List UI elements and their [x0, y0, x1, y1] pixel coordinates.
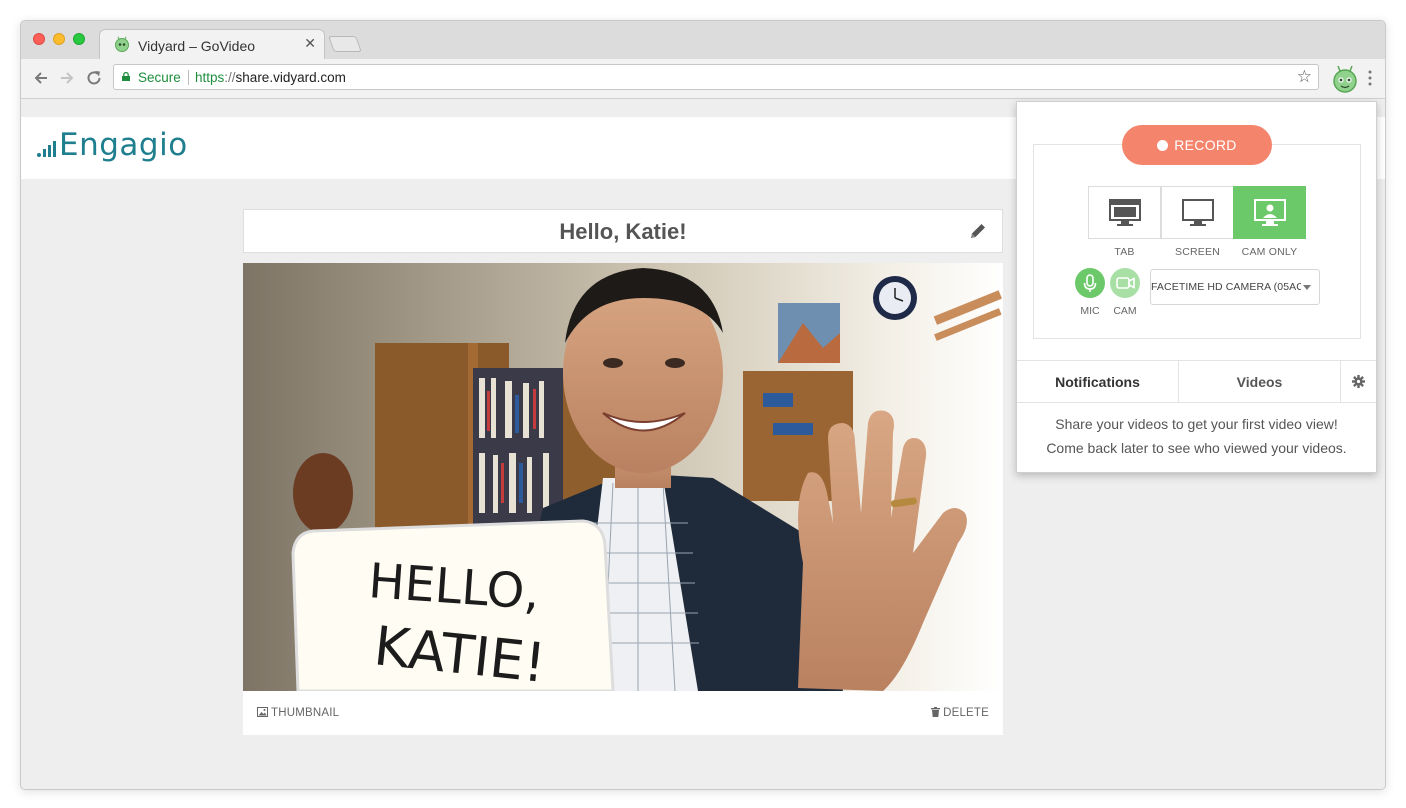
settings-button[interactable] [1341, 361, 1376, 403]
camera-select-value: FACETIME HD CAMERA (05AC: [1151, 281, 1301, 293]
notifications-message: Share your videos to get your first vide… [1017, 412, 1376, 460]
thumbnail-label: THUMBNAIL [271, 707, 340, 719]
logo-mark [37, 141, 56, 157]
mode-tab-button[interactable] [1088, 186, 1161, 239]
omnibox-divider [188, 70, 189, 85]
url-separator: :// [224, 70, 236, 85]
browser-tab[interactable]: Vidyard – GoVideo ✕ [99, 29, 325, 59]
video-title: Hello, Katie! [559, 219, 687, 244]
delete-button[interactable]: DELETE [931, 707, 989, 719]
popup-tabs: Notifications Videos [1017, 360, 1376, 403]
tab-videos[interactable]: Videos [1179, 361, 1341, 403]
gear-icon [1352, 375, 1365, 388]
chevron-down-icon [1303, 285, 1311, 290]
maximize-window-button[interactable] [73, 33, 85, 45]
video-action-bar: THUMBNAIL DELETE [243, 691, 1003, 735]
record-button[interactable]: RECORD [1122, 125, 1272, 165]
video-player[interactable]: HELLO, KATIE! [243, 263, 1003, 691]
minimize-window-button[interactable] [53, 33, 65, 45]
tab-strip: Vidyard – GoVideo ✕ [21, 21, 1385, 59]
tab-notifications[interactable]: Notifications [1017, 361, 1179, 403]
url-host: share.vidyard.com [235, 70, 346, 85]
mic-toggle[interactable] [1075, 268, 1105, 298]
engagio-logo[interactable]: Engagio [37, 125, 207, 169]
screen-icon [1182, 199, 1214, 226]
thumbnail-button[interactable]: THUMBNAIL [257, 707, 339, 719]
mic-label: MIC [1080, 305, 1100, 317]
vidyard-extension-popup: RECORD TAB SCREEN CAM ONLY MIC CAM FACET… [1016, 101, 1377, 473]
close-window-button[interactable] [33, 33, 45, 45]
mic-icon [1083, 274, 1097, 292]
url-scheme: https [195, 70, 225, 85]
address-bar[interactable]: Secure https://share.vidyard.com ☆ [113, 64, 1319, 90]
vidyard-icon[interactable] [1329, 63, 1361, 95]
mode-cam-only-button[interactable] [1233, 186, 1306, 239]
notifications-message-line2: Come back later to see who viewed your v… [1046, 440, 1347, 456]
mode-screen-button[interactable] [1161, 186, 1234, 239]
delete-label: DELETE [943, 707, 989, 719]
lock-icon [122, 72, 130, 81]
cam-only-icon [1254, 199, 1286, 226]
edit-icon[interactable] [968, 221, 988, 241]
mode-screen-label: SCREEN [1175, 246, 1220, 258]
forward-icon[interactable] [57, 68, 77, 88]
mode-cam-only-label: CAM ONLY [1241, 246, 1298, 258]
new-tab-button[interactable] [328, 36, 362, 52]
mode-tab-label: TAB [1114, 246, 1135, 258]
cam-toggle[interactable] [1110, 268, 1140, 298]
notifications-message-line1: Share your videos to get your first vide… [1055, 416, 1338, 432]
secure-label: Secure [138, 70, 181, 85]
camera-select[interactable]: FACETIME HD CAMERA (05AC: [1150, 269, 1320, 305]
browser-toolbar: Secure https://share.vidyard.com ☆ [21, 59, 1385, 99]
back-icon[interactable] [31, 68, 51, 88]
video-thumbnail-image: HELLO, KATIE! [243, 263, 1003, 691]
menu-icon[interactable] [1367, 69, 1373, 87]
cam-label: CAM [1113, 305, 1137, 317]
camera-icon [1116, 277, 1135, 289]
url-text[interactable]: https://share.vidyard.com [195, 70, 346, 85]
reload-icon[interactable] [84, 68, 104, 88]
star-icon[interactable]: ☆ [1297, 67, 1312, 87]
whiteboard-line1: HELLO, [367, 553, 542, 621]
close-tab-icon[interactable]: ✕ [304, 35, 316, 52]
vidyard-icon [115, 36, 129, 52]
video-title-card: Hello, Katie! [243, 209, 1003, 253]
tab-icon [1109, 199, 1141, 226]
record-dot-icon [1157, 140, 1169, 151]
tab-title: Vidyard – GoVideo [138, 38, 256, 54]
logo-text: Engagio [59, 127, 188, 163]
trash-icon [931, 707, 941, 717]
record-label: RECORD [1174, 137, 1237, 153]
image-icon [257, 707, 268, 717]
